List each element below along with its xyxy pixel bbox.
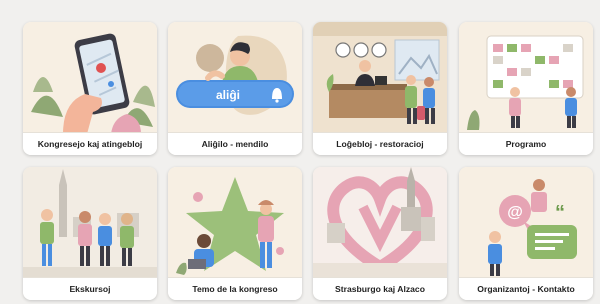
- tile-grid: Kongresejo kaj atingebloj aliĝi Aliĝilo …: [0, 0, 600, 304]
- hotel-reception-icon: [313, 22, 447, 134]
- contact-chat-icon: @ “: [459, 167, 593, 279]
- tile-organizantoj[interactable]: @ “ Organizantoj - Kontakto: [459, 167, 593, 300]
- phone-map-icon: [23, 22, 157, 134]
- tour-group-icon: [23, 167, 157, 279]
- star-icon: [168, 167, 302, 279]
- tile-label: Programo: [459, 132, 593, 155]
- tile-label: Strasburgo kaj Alzaco: [313, 277, 447, 300]
- tile-label: Temo de la kongreso: [168, 277, 302, 300]
- tile-ekskursoj[interactable]: Ekskursoj: [23, 167, 157, 300]
- aligi-button-text: aliĝi: [216, 88, 240, 102]
- calendar-board-icon: [459, 22, 593, 134]
- heart-city-icon: [313, 167, 447, 279]
- tile-label: Organizantoj - Kontakto: [459, 277, 593, 300]
- tile-label: Ekskursoj: [23, 277, 157, 300]
- signup-button-icon: aliĝi: [168, 22, 302, 134]
- tile-temo[interactable]: Temo de la kongreso: [168, 167, 302, 300]
- tile-strasburgo[interactable]: Strasburgo kaj Alzaco: [313, 167, 447, 300]
- tile-aligilo[interactable]: aliĝi Aliĝilo - mendilo: [168, 22, 302, 155]
- tile-label: Aliĝilo - mendilo: [168, 132, 302, 155]
- svg-text:“: “: [555, 202, 565, 224]
- tile-label: Kongresejo kaj atingebloj: [23, 132, 157, 155]
- tile-label: Loĝebloj - restoracioj: [313, 132, 447, 155]
- tile-programo[interactable]: Programo: [459, 22, 593, 155]
- svg-text:@: @: [507, 204, 523, 221]
- tile-kongresejo[interactable]: Kongresejo kaj atingebloj: [23, 22, 157, 155]
- tile-logebloj[interactable]: Loĝebloj - restoracioj: [313, 22, 447, 155]
